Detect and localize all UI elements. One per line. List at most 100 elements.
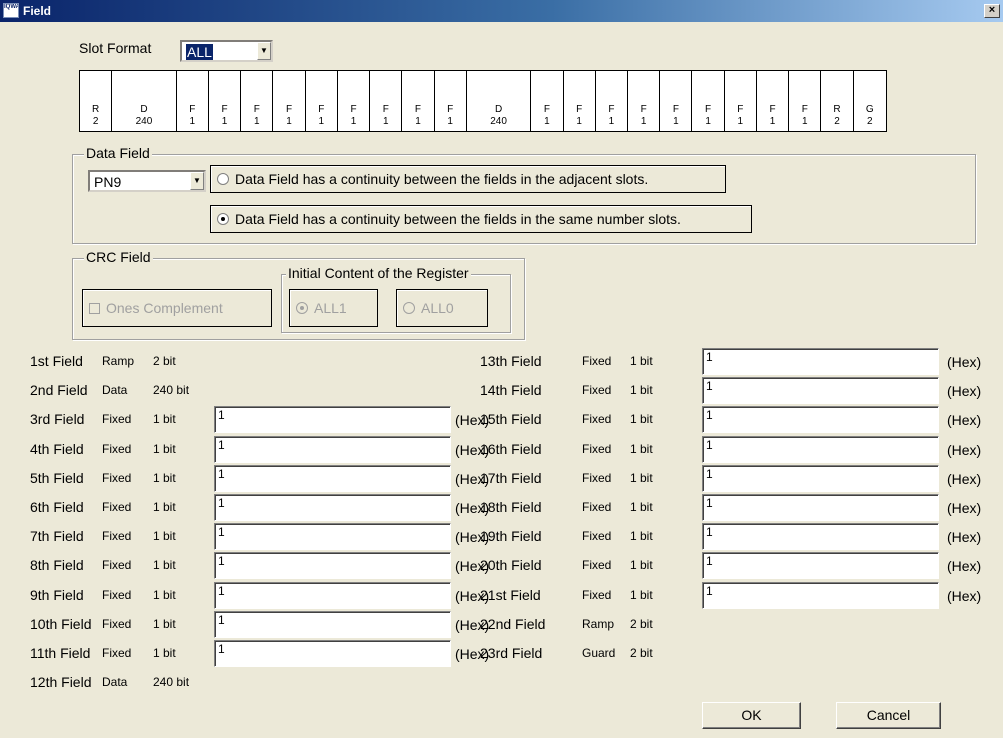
radio-same-number-slots[interactable]: Data Field has a continuity between the … — [210, 205, 752, 233]
slot-cell: F1 — [435, 71, 467, 131]
slot-cell: F1 — [241, 71, 274, 131]
field-name: 16th Field — [480, 441, 542, 457]
slot-bits: 1 — [802, 116, 808, 127]
radio-all1-label: ALL1 — [314, 300, 347, 316]
hex-value-input[interactable]: 1 — [214, 465, 451, 492]
hex-unit-label: (Hex) — [947, 588, 982, 604]
slot-type: F — [221, 104, 228, 115]
field-name: 3rd Field — [30, 411, 85, 427]
field-name: 7th Field — [30, 528, 84, 544]
radio-checked-icon[interactable] — [296, 302, 308, 314]
title-bar: IQWA Field × — [0, 0, 1003, 22]
slot-format-select[interactable]: ALL ▼ — [180, 40, 273, 62]
field-bits: 1 bit — [630, 588, 653, 602]
crc-field-title: CRC Field — [84, 249, 153, 265]
hex-unit-label: (Hex) — [947, 383, 982, 399]
slot-type: F — [382, 104, 389, 115]
app-icon: IQWA — [3, 3, 19, 18]
field-row: 23rd Field Guard 2 bit — [480, 640, 992, 667]
slot-type: R — [833, 104, 841, 115]
hex-value-input[interactable]: 1 — [214, 436, 451, 463]
radio-adjacent-slots[interactable]: Data Field has a continuity between the … — [210, 165, 726, 193]
slot-type: D — [140, 104, 148, 115]
chevron-down-icon[interactable]: ▼ — [257, 42, 271, 60]
slot-cell: F1 — [209, 71, 242, 131]
field-type: Ramp — [582, 617, 615, 631]
slot-type: R — [92, 104, 100, 115]
checkbox-icon[interactable] — [89, 302, 100, 314]
slot-format-label: Slot Format — [79, 40, 152, 56]
slot-bits: 1 — [576, 116, 582, 127]
field-name: 13th Field — [480, 353, 542, 369]
hex-value-input[interactable]: 1 — [214, 552, 451, 579]
hex-value-input[interactable]: 1 — [214, 582, 451, 609]
hex-value-input[interactable]: 1 — [702, 348, 939, 375]
field-bits: 1 bit — [153, 442, 176, 456]
field-bits: 1 bit — [153, 529, 176, 543]
cancel-button[interactable]: Cancel — [836, 702, 941, 729]
slot-bits: 1 — [318, 116, 325, 127]
field-row: 19th Field Fixed 1 bit 1 (Hex) — [480, 523, 992, 550]
field-bits: 240 bit — [153, 383, 190, 397]
field-type: Fixed — [102, 558, 132, 572]
hex-value-input[interactable]: 1 — [214, 523, 451, 550]
hex-value-input[interactable]: 1 — [214, 611, 451, 638]
field-row: 20th Field Fixed 1 bit 1 (Hex) — [480, 552, 992, 579]
radio-unchecked-icon[interactable] — [217, 173, 229, 185]
field-type: Guard — [582, 646, 616, 660]
data-pattern-select[interactable]: PN9 ▼ — [88, 170, 206, 192]
slot-type: F — [801, 104, 808, 115]
field-type: Data — [102, 675, 128, 689]
field-row: 21st Field Fixed 1 bit 1 (Hex) — [480, 582, 992, 609]
hex-unit-label: (Hex) — [947, 558, 982, 574]
field-bits: 1 bit — [630, 529, 653, 543]
hex-value-input[interactable]: 1 — [702, 552, 939, 579]
hex-value-input[interactable]: 1 — [214, 640, 451, 667]
slot-type: F — [350, 104, 357, 115]
slot-bits: 1 — [705, 116, 711, 127]
ones-complement-checkbox[interactable]: Ones Complement — [82, 289, 272, 327]
field-name: 4th Field — [30, 441, 84, 457]
field-row: 4th Field Fixed 1 bit 1 (Hex) — [30, 436, 500, 463]
slot-cell: F1 — [402, 71, 435, 131]
radio-all1[interactable]: ALL1 — [289, 289, 378, 327]
field-row: 2nd Field Data 240 bit — [30, 377, 500, 404]
chevron-down-icon[interactable]: ▼ — [190, 172, 204, 190]
hex-value-input[interactable]: 1 — [702, 377, 939, 404]
field-type: Fixed — [102, 471, 132, 485]
slot-bits: 1 — [673, 116, 679, 127]
hex-value-input[interactable]: 1 — [702, 465, 939, 492]
radio-all0[interactable]: ALL0 — [396, 289, 488, 327]
slot-cell: F1 — [564, 71, 596, 131]
hex-unit-label: (Hex) — [947, 471, 982, 487]
slot-type: F — [543, 104, 550, 115]
hex-value-input[interactable]: 1 — [702, 406, 939, 433]
slot-bits: 1 — [189, 116, 196, 127]
hex-value-input[interactable]: 1 — [214, 494, 451, 521]
field-name: 2nd Field — [30, 382, 88, 398]
slot-cell: F1 — [531, 71, 564, 131]
field-row: 9th Field Fixed 1 bit 1 (Hex) — [30, 582, 500, 609]
hex-value-input[interactable]: 1 — [702, 436, 939, 463]
close-button[interactable]: × — [984, 4, 1000, 18]
field-bits: 1 bit — [153, 617, 176, 631]
field-row: 14th Field Fixed 1 bit 1 (Hex) — [480, 377, 992, 404]
slot-type: F — [414, 104, 422, 115]
radio-unchecked-icon[interactable] — [403, 302, 415, 314]
hex-value-input[interactable]: 1 — [702, 494, 939, 521]
field-bits: 2 bit — [630, 617, 653, 631]
hex-value-input[interactable]: 1 — [702, 523, 939, 550]
field-row: 18th Field Fixed 1 bit 1 (Hex) — [480, 494, 992, 521]
hex-unit-label: (Hex) — [947, 354, 982, 370]
ok-button[interactable]: OK — [702, 702, 801, 729]
field-row: 22nd Field Ramp 2 bit — [480, 611, 992, 638]
hex-value-input[interactable]: 1 — [702, 582, 939, 609]
slot-type: F — [737, 104, 744, 115]
field-type: Fixed — [582, 529, 612, 543]
radio-checked-icon[interactable] — [217, 213, 229, 225]
slot-cell: D 240 — [467, 71, 532, 131]
field-type: Ramp — [102, 354, 135, 368]
field-row: 16th Field Fixed 1 bit 1 (Hex) — [480, 436, 992, 463]
slot-bits: 1 — [769, 116, 776, 127]
hex-value-input[interactable]: 1 — [214, 406, 451, 433]
